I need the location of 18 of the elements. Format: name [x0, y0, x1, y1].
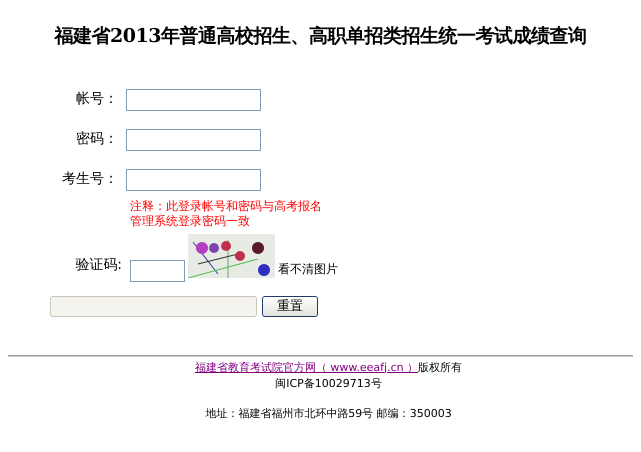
input-field[interactable] — [126, 128, 261, 150]
icp-text: 闽ICP备10029713号 — [275, 376, 382, 392]
submit-button[interactable] — [50, 296, 257, 316]
page-title: 福建省2013年普通高校招生、高职单招类招生统一考试成绩查询 — [54, 24, 586, 49]
copyright-text: 版权所有 — [418, 360, 462, 376]
captcha-label: 验证码: — [74, 256, 123, 274]
note-text: 管理系统登录密码一致 — [130, 214, 251, 228]
note-text: 注释：此登录帐号和密码与高考报名 — [130, 198, 323, 214]
field-label: 帐号： — [75, 90, 119, 109]
input-field[interactable] — [126, 168, 261, 190]
reset-button[interactable]: 重置 — [262, 296, 318, 316]
input-field[interactable] — [126, 88, 261, 110]
site-link[interactable]: 福建省教育考试院官方网（ www.eeafj.cn ） — [194, 360, 418, 376]
refresh-captcha-link[interactable]: 看不清图片 — [278, 260, 338, 278]
field-label: 密码： — [75, 130, 119, 149]
field-label: 考生号： — [61, 170, 119, 189]
address-text: 地址：福建省福州市北环中路59号 邮编：350003 — [205, 406, 452, 422]
captcha-field[interactable] — [130, 260, 185, 282]
